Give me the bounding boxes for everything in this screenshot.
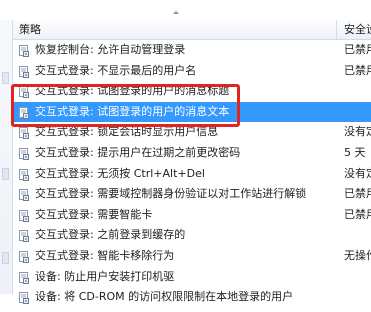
policy-name: 交互式登录: 智能卡移除行为 [35,248,175,262]
policy-security-setting: 已禁用 [344,187,371,201]
policy-setting-icon [18,85,30,99]
policy-row[interactable]: 交互式登录: 无须按 Ctrl+Alt+Del 没有定义 [13,164,371,185]
list-header: 策略 安全设置 [13,20,371,40]
column-header-security-setting[interactable]: 安全设置 [338,20,371,39]
policy-row[interactable]: 交互式登录: 需要域控制器身份验证以对工作站进行解锁 已禁用 [13,184,371,205]
policy-security-setting: 已禁用 [344,207,371,221]
policy-security-setting: 无操作 [344,248,371,262]
tree-node-icon [2,252,9,264]
policy-row[interactable]: 交互式登录: 需要智能卡 已禁用 [13,205,371,226]
policy-name: 设备: 防止用户安装打印机驱 [35,269,175,283]
policy-setting-icon [18,65,30,78]
policy-name: 交互式登录: 需要域控制器身份验证以对工作站进行解锁 [35,187,307,201]
tree-node-icon [2,72,9,84]
policy-name: 恢复控制台: 允许自动管理登录 [35,43,186,56]
left-tree-pane[interactable] [0,20,13,294]
column-header-policy[interactable]: 策略 [13,20,337,39]
policy-row[interactable]: 交互式登录: 智能卡移除行为 无操作 [13,246,371,267]
policy-name: 交互式登录: 无须按 Ctrl+Alt+Del [35,166,205,180]
policy-setting-icon [18,188,30,202]
policy-setting-icon [18,229,30,243]
policy-name: 交互式登录: 锁定会话时显示用户信息 [35,125,219,139]
policy-name: 交互式登录: 不显示最后的用户名 [35,63,197,77]
policy-security-setting: 5 天 [344,145,366,159]
policy-name: 交互式登录: 需要智能卡 [35,207,153,221]
policy-row[interactable]: 交互式登录: 之前登录到缓存的 [13,225,371,246]
tree-node-icon [2,168,9,180]
toolbar-strip [0,0,371,20]
policy-row[interactable]: 设备: 将 CD-ROM 的访问权限限制在本地登录的用户 [13,287,371,308]
policy-row[interactable]: 恢复控制台: 允许自动管理登录 已禁用 [13,40,371,61]
policy-setting-icon [18,168,30,181]
policy-row[interactable]: 交互式登录: 提示用户在过期之前更改密码 5 天 [13,143,371,164]
policy-setting-icon [18,209,30,222]
policy-setting-icon [18,250,30,263]
policy-setting-icon [18,44,30,57]
policy-setting-icon [18,291,30,305]
policy-name: 交互式登录: 提示用户在过期之前更改密码 [35,145,241,159]
policy-row[interactable]: 交互式登录: 试图登录的用户的消息标题 [13,81,371,102]
policy-row[interactable]: 交互式登录: 试图登录的用户的消息文本 [13,101,371,123]
policy-setting-icon [18,147,30,160]
policy-name: 交互式登录: 试图登录的用户的消息标题 [35,84,230,98]
policy-name: 设备: 将 CD-ROM 的访问权限限制在本地登录的用户 [35,290,294,304]
policy-security-setting: 已禁用 [344,63,371,77]
policy-setting-icon [18,126,30,140]
policy-security-setting: 没有定义 [344,125,371,139]
policy-row[interactable]: 交互式登录: 锁定会话时显示用户信息 没有定义 [13,122,371,143]
sort-arrow-icon [173,11,179,14]
policy-row[interactable]: 设备: 防止用户安装打印机驱 [13,267,371,288]
policy-list: 恢复控制台: 允许自动管理登录已禁用交互式登录: 不显示最后的用户名已禁用交互式… [13,40,371,308]
policy-security-setting: 已禁用 [344,43,371,56]
policy-name: 交互式登录: 之前登录到缓存的 [35,228,186,242]
policy-setting-icon [18,106,30,119]
policy-security-setting: 没有定义 [344,166,371,180]
policy-setting-icon [18,271,30,284]
policy-name: 交互式登录: 试图登录的用户的消息文本 [35,104,230,118]
policy-row[interactable]: 交互式登录: 不显示最后的用户名 已禁用 [13,61,371,82]
